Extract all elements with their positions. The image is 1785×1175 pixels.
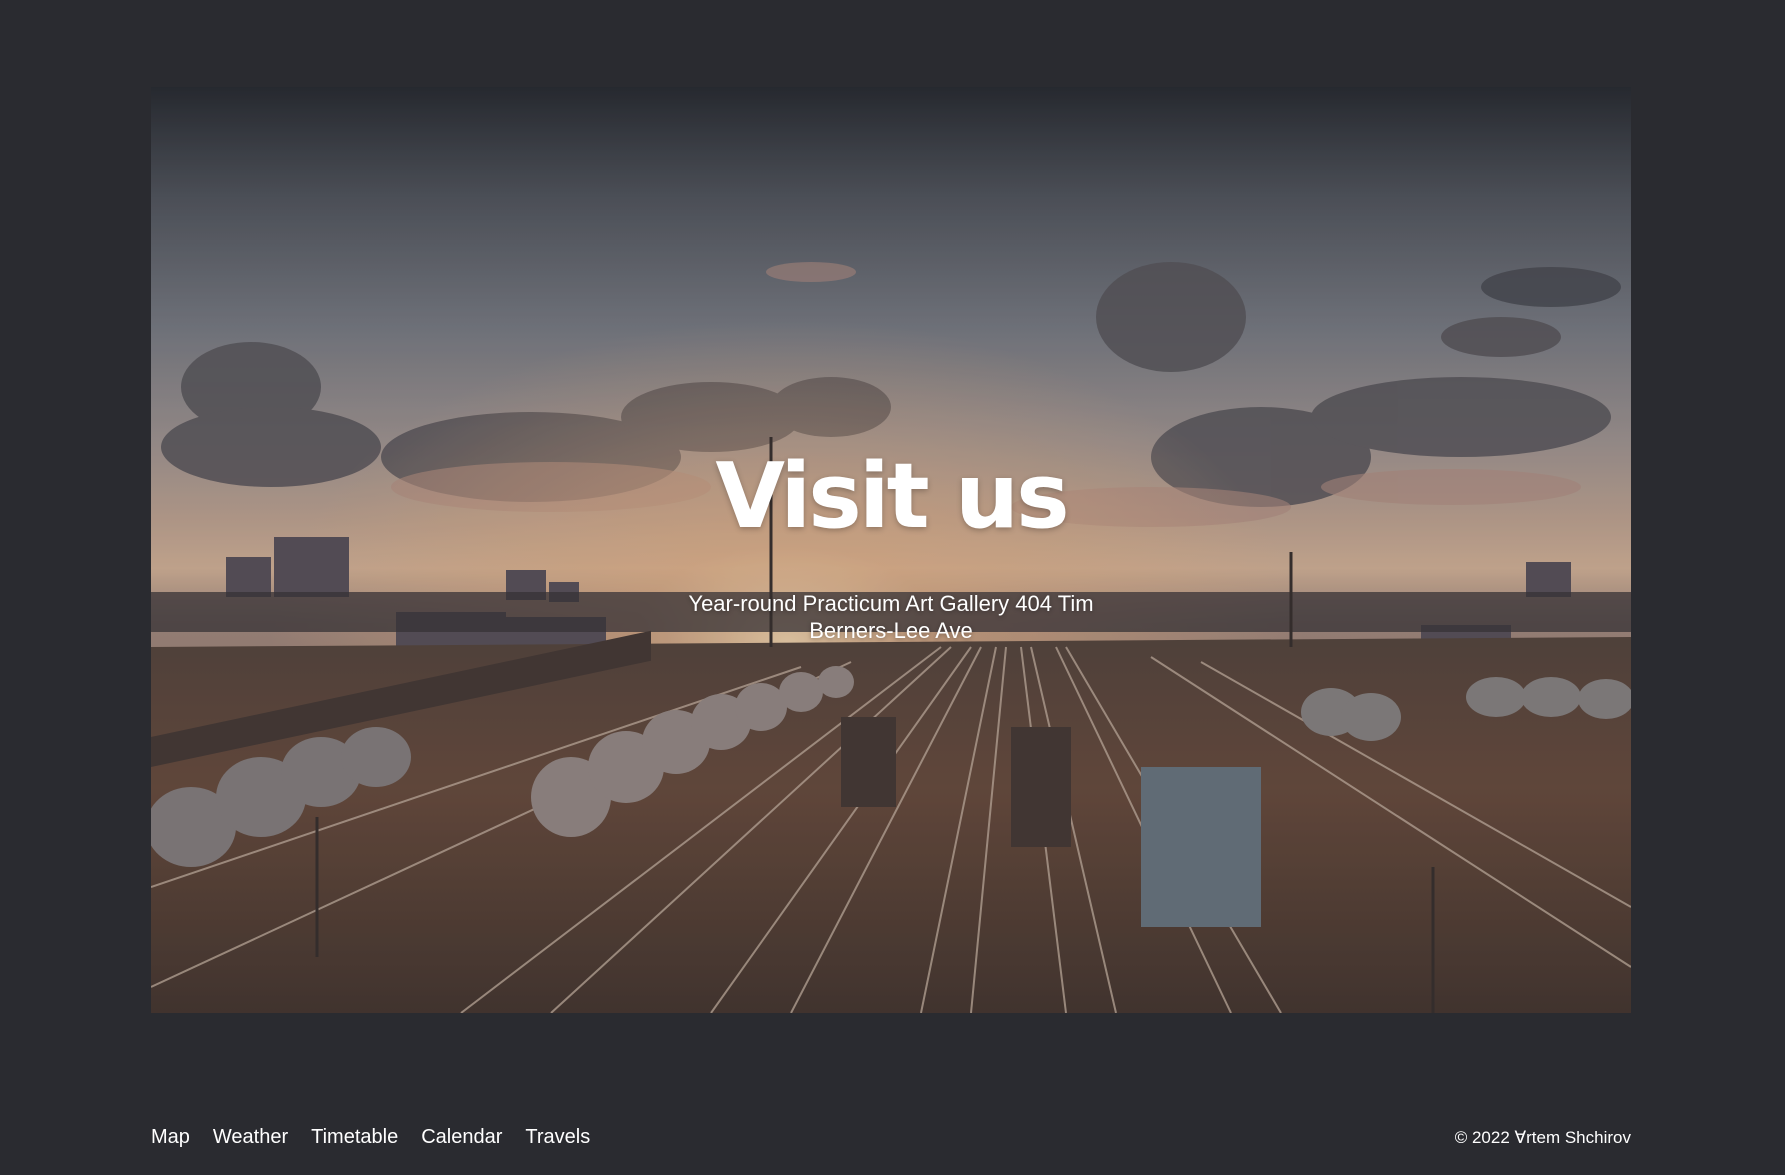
footer-link-calendar[interactable]: Calendar <box>421 1126 502 1149</box>
page-title: Visit us <box>715 444 1069 549</box>
footer-link-timetable[interactable]: Timetable <box>311 1126 398 1149</box>
hero-section: Visit us Year-round Practicum Art Galler… <box>151 87 1631 1013</box>
copyright-text: © 2022 Ɐrtem Shchirov <box>1454 1127 1631 1147</box>
footer-link-weather[interactable]: Weather <box>213 1126 288 1149</box>
footer-nav: Map Weather Timetable Calendar Travels <box>151 1126 590 1149</box>
footer-link-travels[interactable]: Travels <box>525 1126 590 1149</box>
footer: Map Weather Timetable Calendar Travels ©… <box>151 1126 1631 1149</box>
gallery-address: Year-round Practicum Art Gallery 404 Tim… <box>688 591 1094 643</box>
hero-background-image <box>151 87 1631 1013</box>
footer-link-map[interactable]: Map <box>151 1126 190 1149</box>
